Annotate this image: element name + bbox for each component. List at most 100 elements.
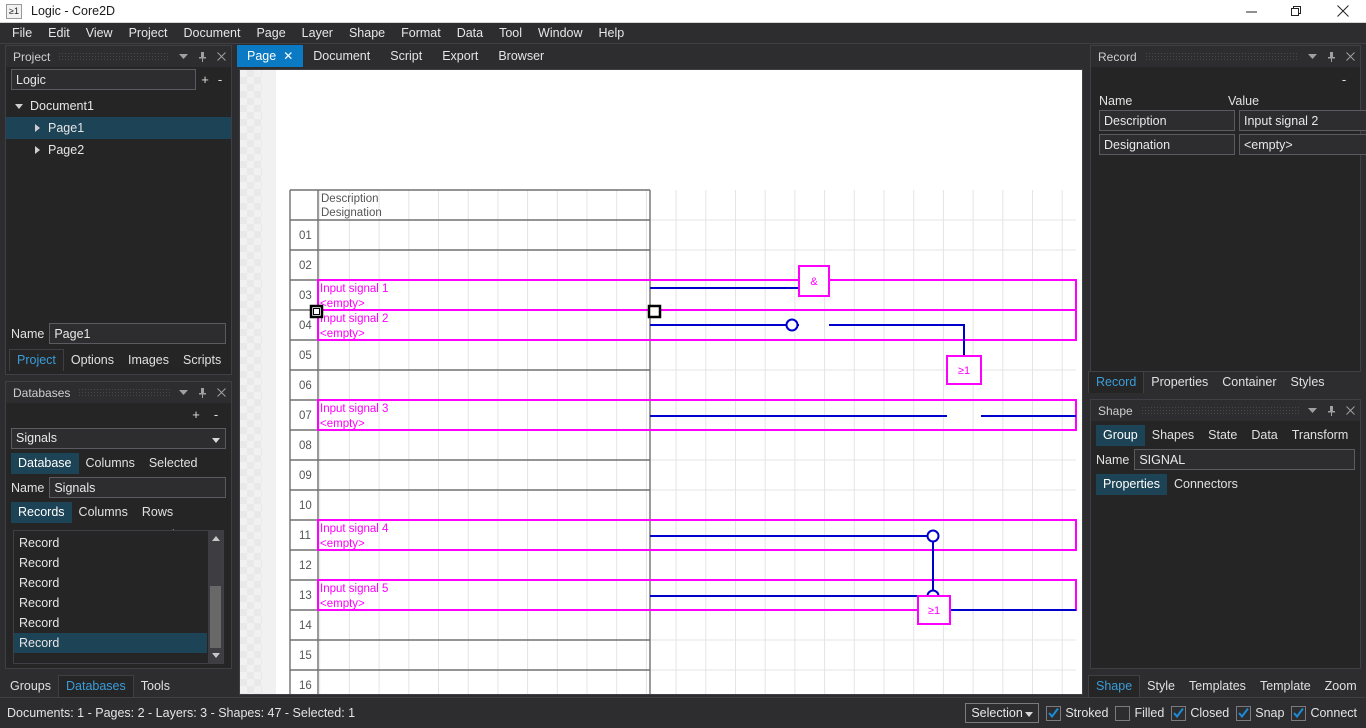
tab-db-columns[interactable]: Columns (72, 502, 135, 523)
checkbox-closed[interactable]: Closed (1171, 706, 1229, 721)
tab-project-scripts[interactable]: Scripts (176, 350, 228, 371)
shape-name-input[interactable] (1134, 449, 1355, 470)
add-database-button[interactable]: + (189, 405, 203, 424)
pin-icon[interactable] (197, 51, 208, 62)
doc-tab-document[interactable]: Document (303, 45, 380, 67)
doc-tab-export[interactable]: Export (432, 45, 488, 67)
tab-left-databases[interactable]: Databases (58, 675, 134, 697)
menu-item-project[interactable]: Project (121, 23, 176, 44)
menu-item-window[interactable]: Window (530, 23, 590, 44)
chevron-down-icon[interactable] (1307, 51, 1318, 62)
tab-db-database[interactable]: Database (11, 453, 79, 474)
chevron-down-icon[interactable] (1307, 405, 1318, 416)
checkbox-stroked[interactable]: Stroked (1046, 706, 1108, 721)
wire-inverter-bubble-2[interactable] (928, 531, 939, 542)
record-list-item[interactable]: Record (14, 633, 207, 653)
menu-item-view[interactable]: View (78, 23, 121, 44)
scroll-down-icon[interactable] (208, 648, 223, 663)
menu-item-layer[interactable]: Layer (294, 23, 341, 44)
record-field-name[interactable] (1099, 110, 1235, 131)
record-list-item[interactable]: Record (14, 613, 207, 633)
tab-project-options[interactable]: Options (64, 350, 121, 371)
tab-left-groups[interactable]: Groups (3, 676, 58, 697)
tab-record-container[interactable]: Container (1215, 372, 1283, 393)
record-list-item[interactable]: Record (14, 553, 207, 573)
minimize-icon[interactable] (1228, 0, 1274, 23)
tab-left-tools[interactable]: Tools (134, 676, 177, 697)
menu-item-tool[interactable]: Tool (491, 23, 530, 44)
menu-item-data[interactable]: Data (449, 23, 491, 44)
doc-tab-page[interactable]: Page✕ (237, 45, 303, 67)
chevron-down-icon[interactable] (12, 104, 26, 109)
record-list-item[interactable]: Record (14, 573, 207, 593)
records-scrollbar[interactable] (208, 531, 223, 663)
tab-shape-connectors[interactable]: Connectors (1167, 474, 1245, 495)
tab-shape-properties[interactable]: Properties (1096, 474, 1167, 495)
record-field-value[interactable] (1239, 134, 1366, 155)
tab-project-images[interactable]: Images (121, 350, 176, 371)
menu-item-shape[interactable]: Shape (341, 23, 393, 44)
remove-project-button[interactable]: - (214, 70, 226, 89)
remove-record-field-button[interactable]: - (1337, 70, 1351, 89)
checkbox-connect[interactable]: Connect (1291, 706, 1357, 721)
project-name-input[interactable] (11, 69, 196, 90)
tab-right-templates[interactable]: Templates (1182, 676, 1253, 697)
record-field-value[interactable] (1239, 110, 1366, 131)
checkbox-box[interactable] (1236, 706, 1251, 721)
selection-handle-2[interactable] (649, 306, 660, 317)
menu-item-help[interactable]: Help (591, 23, 633, 44)
close-icon[interactable] (216, 51, 227, 62)
page-name-input[interactable] (49, 323, 226, 344)
scroll-up-icon[interactable] (208, 531, 223, 546)
tree-item-page1[interactable]: Page1 (6, 117, 231, 139)
record-field-name[interactable] (1099, 134, 1235, 155)
tab-db-columns[interactable]: Columns (79, 453, 142, 474)
database-name-input[interactable] (49, 477, 226, 498)
doc-tab-browser[interactable]: Browser (488, 45, 554, 67)
menu-item-file[interactable]: File (4, 23, 40, 44)
tab-record-styles[interactable]: Styles (1283, 372, 1331, 393)
tool-select[interactable]: Selection (965, 703, 1039, 723)
menu-item-format[interactable]: Format (393, 23, 449, 44)
logic-schematic[interactable]: DescriptionDesignation010203040506070809… (240, 70, 1083, 695)
remove-database-button[interactable]: - (209, 405, 223, 424)
checkbox-box[interactable] (1115, 706, 1130, 721)
checkbox-filled[interactable]: Filled (1115, 706, 1164, 721)
doc-tab-script[interactable]: Script (380, 45, 432, 67)
wire-inverter-bubble-1[interactable] (787, 320, 798, 331)
tab-shape-shapes[interactable]: Shapes (1145, 425, 1201, 446)
checkbox-box[interactable] (1291, 706, 1306, 721)
close-icon[interactable] (1320, 0, 1366, 23)
checkbox-snap[interactable]: Snap (1236, 706, 1284, 721)
signal-outline[interactable] (318, 280, 1076, 310)
pin-icon[interactable] (1326, 405, 1337, 416)
restore-icon[interactable] (1274, 0, 1320, 23)
chevron-right-icon[interactable] (30, 146, 44, 154)
wire-signal1-to-and[interactable] (650, 266, 813, 288)
tab-shape-transform[interactable]: Transform (1285, 425, 1356, 446)
record-list-item[interactable]: Record (14, 593, 207, 613)
tab-db-records[interactable]: Records (11, 502, 72, 523)
database-select[interactable]: Signals (11, 428, 226, 449)
tab-right-style[interactable]: Style (1140, 676, 1182, 697)
add-project-button[interactable]: + (199, 70, 211, 89)
checkbox-box[interactable] (1046, 706, 1061, 721)
tab-db-selected[interactable]: Selected (142, 453, 205, 474)
chevron-down-icon[interactable] (178, 387, 189, 398)
tab-record-properties[interactable]: Properties (1144, 372, 1215, 393)
tab-right-template[interactable]: Template (1253, 676, 1318, 697)
menu-item-document[interactable]: Document (175, 23, 248, 44)
tab-shape-state[interactable]: State (1201, 425, 1244, 446)
wire-signal4-to-or2[interactable] (650, 536, 933, 596)
chevron-down-icon[interactable] (178, 51, 189, 62)
pin-icon[interactable] (1326, 51, 1337, 62)
tab-shape-data[interactable]: Data (1244, 425, 1284, 446)
tab-project-project[interactable]: Project (9, 349, 64, 371)
checkbox-box[interactable] (1171, 706, 1186, 721)
page-paper[interactable]: DescriptionDesignation010203040506070809… (276, 70, 1082, 694)
menu-item-page[interactable]: Page (248, 23, 293, 44)
tree-item-page2[interactable]: Page2 (6, 139, 231, 161)
tree-item-document1[interactable]: Document1 (6, 95, 231, 117)
close-icon[interactable] (216, 387, 227, 398)
tab-right-shape[interactable]: Shape (1088, 675, 1140, 697)
